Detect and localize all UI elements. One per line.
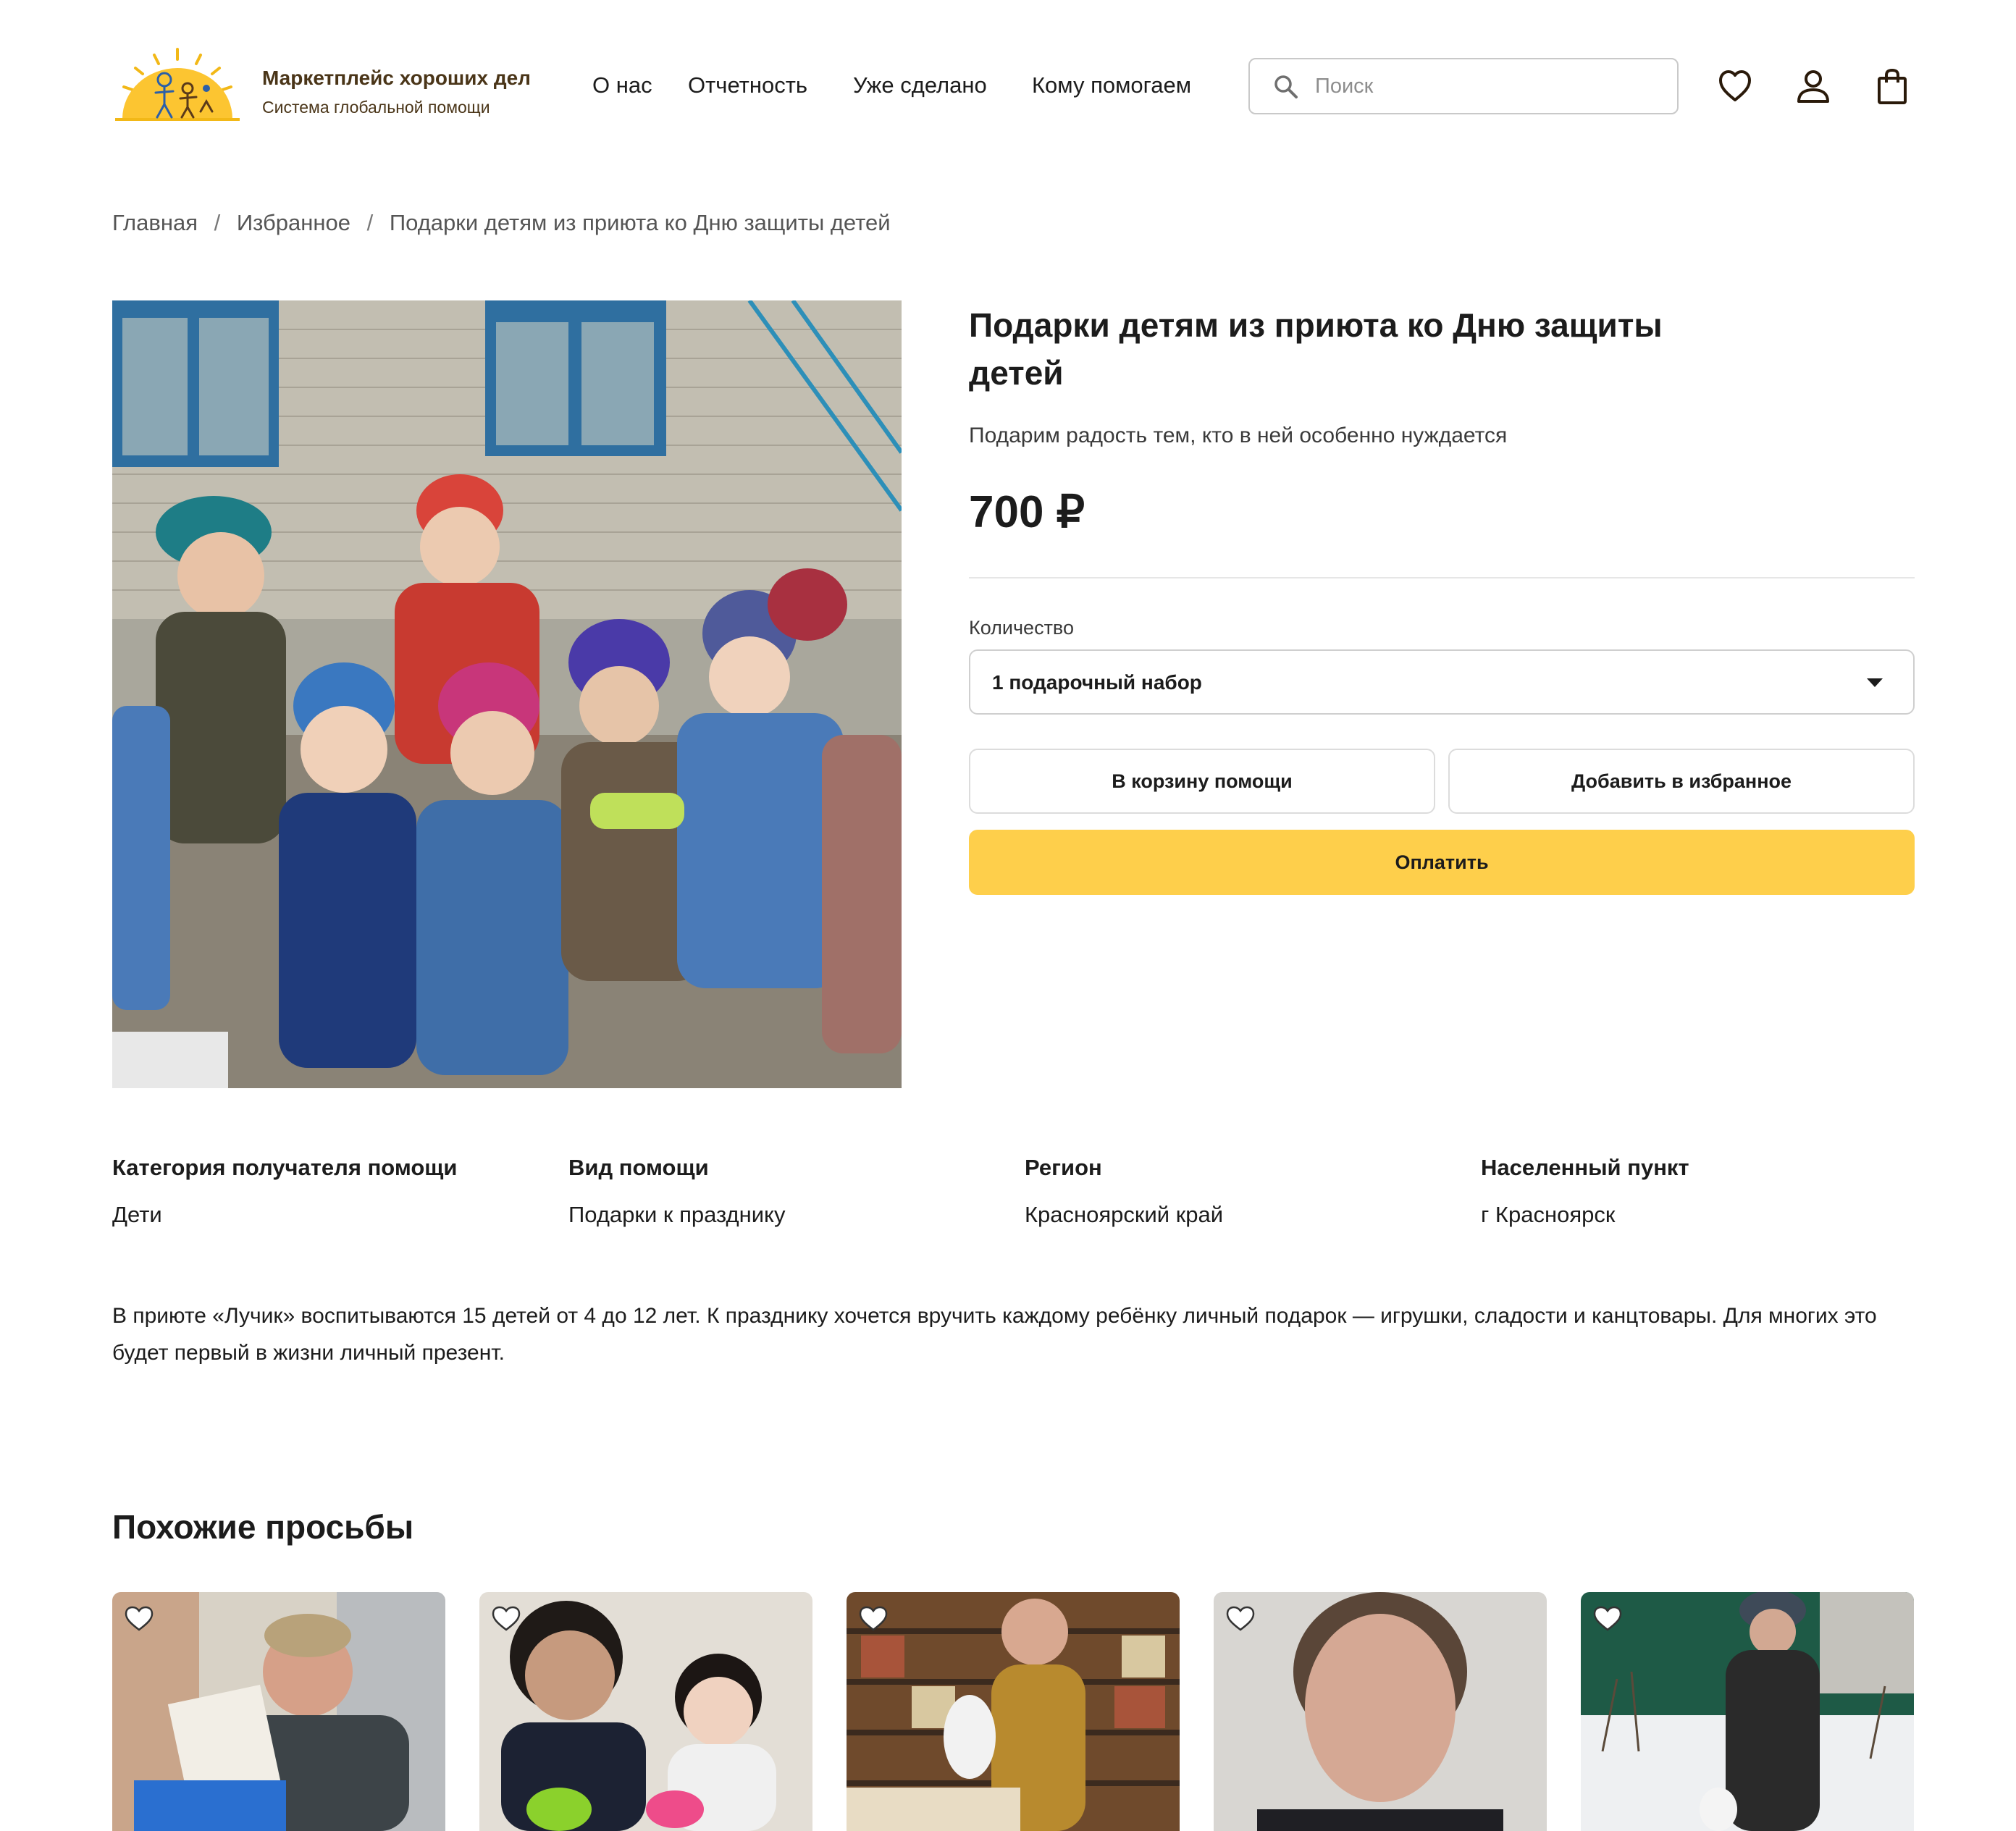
search-box[interactable] bbox=[1248, 58, 1679, 114]
nav-who-we-help[interactable]: Кому помогаем bbox=[1032, 72, 1191, 98]
heart-icon[interactable] bbox=[1718, 68, 1752, 106]
favorite-heart-icon[interactable] bbox=[1592, 1605, 1623, 1633]
attr-value-help-type: Подарки к празднику bbox=[568, 1202, 786, 1227]
attr-label-city: Населенный пункт bbox=[1481, 1155, 1689, 1180]
add-to-cart-button[interactable]: В корзину помощи bbox=[969, 749, 1435, 814]
similar-card[interactable] bbox=[1581, 1592, 1914, 1831]
breadcrumb-separator: / bbox=[214, 210, 221, 235]
site-header: Маркетплейс хороших дел Система глобальн… bbox=[0, 0, 2016, 174]
breadcrumb: Главная / Избранное / Подарки детям из п… bbox=[112, 210, 901, 236]
nav-done[interactable]: Уже сделано bbox=[853, 72, 987, 98]
add-to-favorites-button[interactable]: Добавить в избранное bbox=[1448, 749, 1915, 814]
attr-value-region: Красноярский край bbox=[1025, 1202, 1224, 1227]
brand-title: Маркетплейс хороших дел bbox=[262, 67, 531, 89]
attr-label-category: Категория получателя помощи bbox=[112, 1155, 458, 1180]
product-subtitle: Подарим радость тем, кто в ней особенно … bbox=[969, 424, 1508, 447]
card-photo bbox=[1581, 1592, 1914, 1831]
favorite-heart-icon[interactable] bbox=[1225, 1605, 1256, 1633]
similar-card[interactable] bbox=[847, 1592, 1180, 1831]
user-icon[interactable] bbox=[1796, 68, 1831, 106]
bag-icon[interactable] bbox=[1875, 68, 1910, 106]
attr-label-region: Регион bbox=[1025, 1155, 1102, 1180]
product-title: Подарки детям из приюта ко Дню защиты де… bbox=[969, 306, 1663, 392]
logo-icon[interactable] bbox=[112, 46, 243, 125]
search-icon bbox=[1274, 75, 1298, 98]
card-photo bbox=[112, 1592, 445, 1831]
similar-requests-title: Похожие просьбы bbox=[112, 1508, 414, 1546]
card-photo bbox=[479, 1592, 812, 1831]
card-photo bbox=[847, 1592, 1180, 1831]
favorite-heart-icon[interactable] bbox=[858, 1605, 889, 1633]
card-photo bbox=[1214, 1592, 1547, 1831]
similar-card[interactable] bbox=[479, 1592, 812, 1831]
product-photo bbox=[112, 300, 902, 1088]
caret-down-icon bbox=[1867, 678, 1883, 687]
divider bbox=[969, 577, 1915, 578]
favorite-heart-icon[interactable] bbox=[124, 1605, 154, 1633]
breadcrumb-current: Подарки детям из приюта ко Дню защиты де… bbox=[389, 210, 891, 235]
breadcrumb-home[interactable]: Главная bbox=[112, 210, 198, 235]
attr-value-category: Дети bbox=[112, 1202, 162, 1227]
favorite-heart-icon[interactable] bbox=[491, 1605, 521, 1633]
attr-label-help-type: Вид помощи bbox=[568, 1155, 709, 1180]
quantity-label: Количество bbox=[969, 617, 1074, 639]
brand-subtitle: Система глобальной помощи bbox=[262, 98, 490, 117]
pay-button[interactable]: Оплатить bbox=[969, 830, 1915, 895]
similar-card[interactable] bbox=[112, 1592, 445, 1831]
quantity-value: 1 подарочный набор bbox=[992, 671, 1202, 694]
attr-value-city: г Красноярск bbox=[1481, 1202, 1616, 1227]
breadcrumb-favorites[interactable]: Избранное bbox=[237, 210, 350, 235]
nav-reports[interactable]: Отчетность bbox=[688, 72, 807, 98]
product-description: В приюте «Лучик» воспитываются 15 детей … bbox=[112, 1304, 1877, 1365]
quantity-select[interactable]: 1 подарочный набор bbox=[969, 649, 1915, 715]
breadcrumb-separator: / bbox=[366, 210, 374, 235]
product-price: 700 ₽ bbox=[969, 487, 1085, 537]
search-input[interactable] bbox=[1315, 70, 1663, 103]
similar-card[interactable] bbox=[1214, 1592, 1547, 1831]
nav-about[interactable]: О нас bbox=[592, 72, 652, 98]
